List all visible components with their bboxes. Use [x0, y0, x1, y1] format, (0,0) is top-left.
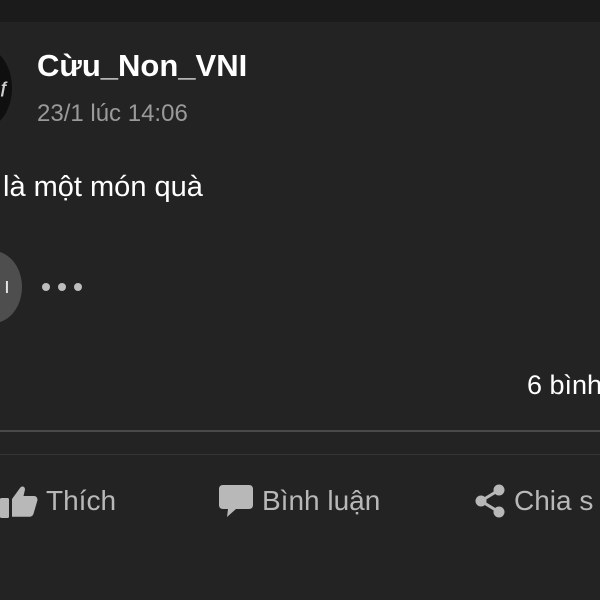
reaction-avatar[interactable]: ı — [0, 251, 22, 323]
divider — [0, 454, 600, 455]
avatar-logo-icon: ƒ — [0, 80, 8, 98]
dot-icon — [42, 283, 50, 291]
dot-icon — [58, 283, 66, 291]
post-text: là một món quà — [3, 171, 203, 203]
share-icon — [475, 484, 505, 518]
author-name[interactable]: Cừu_Non_VNI — [37, 48, 247, 84]
dot-icon — [74, 283, 82, 291]
avatar[interactable]: ƒ — [0, 48, 12, 128]
post-timestamp[interactable]: 23/1 lúc 14:06 — [37, 100, 188, 128]
comment-label: Bình luận — [262, 485, 381, 516]
comment-bubble-icon — [219, 485, 253, 517]
share-label: Chia s — [514, 485, 594, 516]
top-bar — [0, 0, 600, 22]
thumbs-up-icon — [0, 486, 38, 518]
comment-button[interactable]: Bình luận — [218, 478, 380, 524]
more-options-icon[interactable] — [42, 281, 92, 293]
reaction-avatar-initial: ı — [3, 273, 10, 298]
comment-count[interactable]: 6 bình — [527, 370, 600, 401]
divider — [0, 430, 600, 432]
like-button[interactable]: Thích — [0, 478, 116, 524]
post-card: ƒ Cừu_Non_VNI 23/1 lúc 14:06 là một món … — [0, 0, 600, 600]
share-button[interactable]: Chia s — [474, 478, 593, 524]
like-label: Thích — [46, 485, 117, 516]
